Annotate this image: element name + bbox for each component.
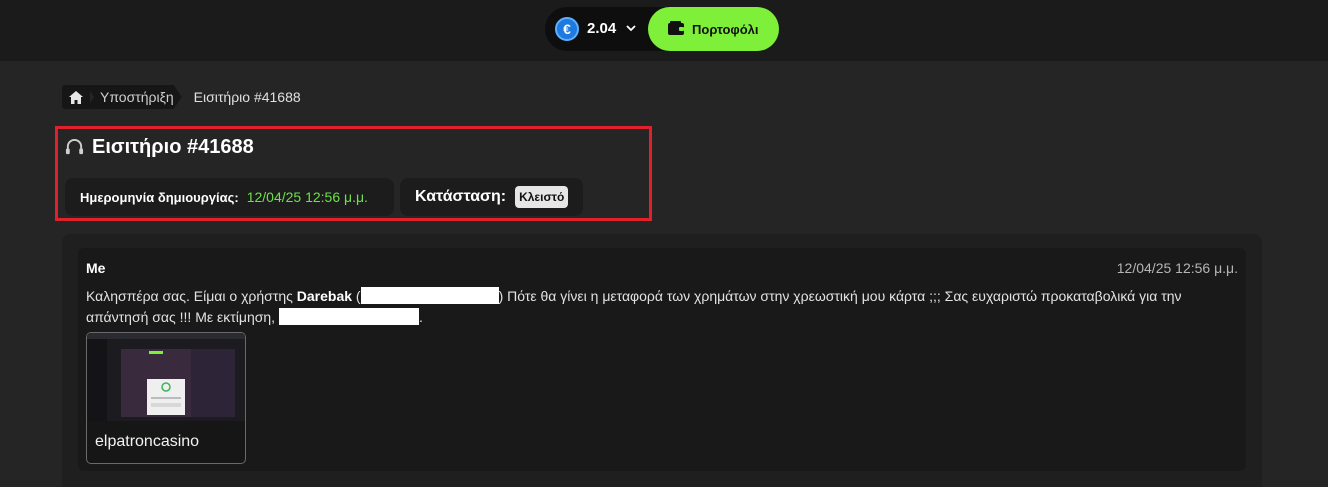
created-date-box: Ημερομηνία δημιουργίας: 12/04/25 12:56 μ… xyxy=(65,178,394,216)
message-item: Me 12/04/25 12:56 μ.μ. Καλησπέρα σας. Εί… xyxy=(78,248,1246,471)
message-username: Darebak xyxy=(296,288,353,304)
message-text-part: ( xyxy=(352,288,361,304)
message-text-part: . xyxy=(418,309,423,325)
created-date-value: 12/04/25 12:56 μ.μ. xyxy=(246,189,368,205)
message-body: Καλησπέρα σας. Είμαι ο χρήστης Darebak (… xyxy=(86,286,1236,328)
redacted-block xyxy=(360,287,499,304)
status-label: Κατάσταση: xyxy=(415,188,507,205)
balance-amount: 2.04 xyxy=(587,20,617,37)
wallet-icon xyxy=(668,21,684,35)
headset-icon xyxy=(65,138,84,155)
attachment-preview-image xyxy=(87,333,245,421)
message-author: Me xyxy=(86,260,106,276)
home-icon xyxy=(69,90,83,104)
status-badge: Κλειστό xyxy=(515,186,569,208)
attachment-thumbnail[interactable]: elpatroncasino xyxy=(86,332,246,464)
breadcrumb: Υποστήριξη Εισιτήριο #41688 xyxy=(62,85,301,109)
euro-icon: € xyxy=(555,17,579,41)
chevron-down-icon[interactable] xyxy=(625,22,637,34)
status-box: Κατάσταση: Κλειστό xyxy=(400,178,583,216)
page-title: Εισιτήριο #41688 xyxy=(92,136,254,158)
message-text-part: Καλησπέρα σας. Είμαι ο χρήστης xyxy=(86,288,297,304)
balance-pill[interactable]: € 2.04 Πορτοφόλι xyxy=(545,7,779,51)
created-date-label: Ημερομηνία δημιουργίας: xyxy=(80,189,239,205)
attachment-name: elpatroncasino xyxy=(95,433,200,450)
breadcrumb-current: Εισιτήριο #41688 xyxy=(193,89,301,105)
messages-panel: Me 12/04/25 12:56 μ.μ. Καλησπέρα σας. Εί… xyxy=(62,234,1262,487)
top-bar: € 2.04 Πορτοφόλι xyxy=(0,0,1328,61)
redacted-block xyxy=(278,308,419,325)
breadcrumb-home[interactable] xyxy=(62,85,90,109)
breadcrumb-support[interactable]: Υποστήριξη xyxy=(86,85,182,109)
wallet-button-label: Πορτοφόλι xyxy=(692,21,759,37)
ticket-header: Εισιτήριο #41688 Ημερομηνία δημιουργίας:… xyxy=(55,126,652,221)
message-time: 12/04/25 12:56 μ.μ. xyxy=(1116,260,1238,276)
wallet-button[interactable]: Πορτοφόλι xyxy=(648,7,779,51)
ticket-title-row: Εισιτήριο #41688 xyxy=(65,136,254,159)
